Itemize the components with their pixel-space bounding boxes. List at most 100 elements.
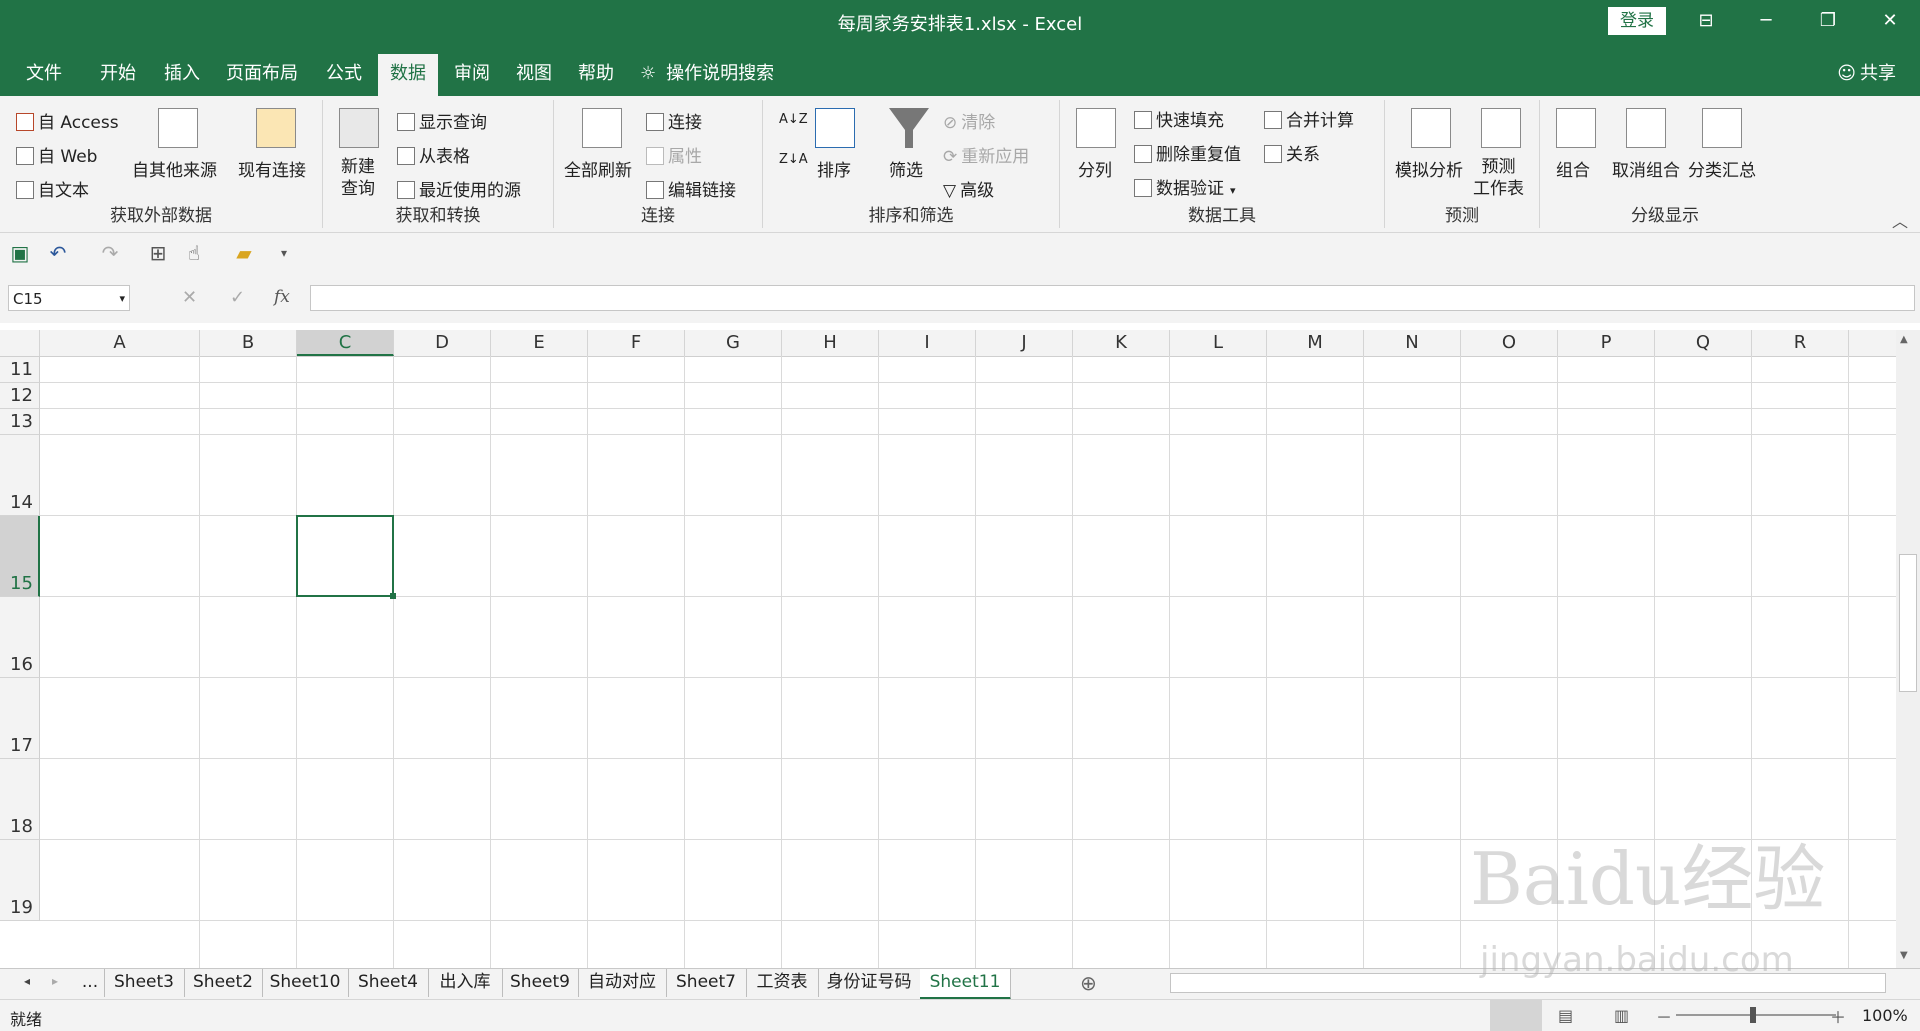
close-button[interactable]: ✕ [1860, 0, 1920, 42]
vertical-scrollbar[interactable]: ▲ ▼ [1896, 330, 1920, 968]
column-header-P[interactable]: P [1558, 330, 1655, 356]
sheet-tab[interactable]: Sheet7 [666, 969, 747, 997]
undo-icon[interactable]: ↶ [46, 241, 70, 265]
row-header-12[interactable]: 12 [0, 383, 40, 409]
column-header-I[interactable]: I [879, 330, 976, 356]
sheet-tab[interactable]: 身份证号码 [818, 969, 921, 997]
zoom-in-button[interactable]: ＋ [1830, 1004, 1846, 1028]
row-header-14[interactable]: 14 [0, 435, 40, 516]
consolidate-button[interactable]: 合并计算 [1264, 106, 1354, 131]
data-validation-button[interactable]: 数据验证 ▾ [1134, 174, 1236, 199]
from-web-button[interactable]: 自 Web [16, 142, 97, 167]
what-if-analysis-button[interactable]: 模拟分析 [1395, 156, 1463, 181]
save-icon[interactable]: ▣ [8, 241, 32, 265]
clear-button[interactable]: ⊘ 清除 [943, 108, 995, 133]
relationships-button[interactable]: 关系 [1264, 140, 1320, 165]
tab-data[interactable]: 数据 [378, 54, 438, 96]
scroll-tabs-right-icon[interactable]: ▸ [52, 974, 58, 988]
cancel-icon[interactable]: ✕ [182, 287, 197, 308]
open-folder-icon[interactable]: ▰ [232, 241, 256, 265]
tab-file[interactable]: 文件 [14, 54, 74, 96]
sort-ascending-icon[interactable]: A↓Z [779, 112, 808, 127]
page-break-icon[interactable]: ⊞ [146, 241, 170, 265]
tab-formulas[interactable]: 公式 [314, 54, 374, 96]
selected-cell[interactable] [296, 515, 394, 597]
column-header-F[interactable]: F [588, 330, 685, 356]
row-header-13[interactable]: 13 [0, 409, 40, 435]
touch-mode-icon[interactable]: ☝ [182, 241, 206, 265]
restore-button[interactable]: ❐ [1798, 0, 1858, 42]
tab-page-layout[interactable]: 页面布局 [214, 54, 310, 96]
zoom-slider[interactable] [1676, 1014, 1836, 1016]
row-header-15[interactable]: 15 [0, 516, 40, 597]
fill-handle[interactable] [390, 593, 396, 599]
tell-me-search[interactable]: ☼ 操作说明搜索 [640, 54, 774, 96]
scroll-down-icon[interactable]: ▼ [1900, 950, 1908, 961]
share-button[interactable]: ☺ 共享 [1837, 54, 1896, 96]
properties-button[interactable]: 属性 [646, 142, 702, 167]
reapply-button[interactable]: ⟳ 重新应用 [943, 142, 1029, 167]
new-query-button[interactable]: 新建 查询 [341, 156, 375, 200]
remove-duplicates-button[interactable]: 删除重复值 [1134, 140, 1241, 165]
column-header-C[interactable]: C [297, 330, 394, 356]
scrollbar-thumb[interactable] [1899, 554, 1917, 692]
show-queries-button[interactable]: 显示查询 [397, 108, 487, 133]
name-box[interactable]: C15 ▾ [8, 285, 130, 311]
tab-help[interactable]: 帮助 [566, 54, 626, 96]
column-header-E[interactable]: E [491, 330, 588, 356]
page-layout-view-icon[interactable]: ▤ [1558, 1006, 1573, 1025]
sort-descending-icon[interactable]: Z↓A [779, 152, 808, 167]
connections-button[interactable]: 连接 [646, 108, 702, 133]
column-header-J[interactable]: J [976, 330, 1073, 356]
tab-view[interactable]: 视图 [504, 54, 564, 96]
subtotal-button[interactable]: 分类汇总 [1688, 156, 1756, 181]
normal-view-icon[interactable] [1490, 1000, 1542, 1031]
column-header-H[interactable]: H [782, 330, 879, 356]
column-header-N[interactable]: N [1364, 330, 1461, 356]
tab-home[interactable]: 开始 [88, 54, 148, 96]
tab-insert[interactable]: 插入 [152, 54, 212, 96]
column-header-B[interactable]: B [200, 330, 297, 356]
column-header-M[interactable]: M [1267, 330, 1364, 356]
sheet-tab[interactable]: Sheet10 [262, 969, 349, 997]
page-break-view-icon[interactable]: ▥ [1614, 1006, 1629, 1025]
column-header-O[interactable]: O [1461, 330, 1558, 356]
column-header-R[interactable]: R [1752, 330, 1849, 356]
column-header-K[interactable]: K [1073, 330, 1170, 356]
sheet-tab[interactable]: 自动对应 [578, 969, 667, 997]
sheet-tab[interactable]: 出入库 [428, 969, 503, 997]
login-button[interactable]: 登录 [1608, 7, 1666, 35]
recent-sources-button[interactable]: 最近使用的源 [397, 176, 521, 201]
column-header-D[interactable]: D [394, 330, 491, 356]
zoom-out-button[interactable]: － [1656, 1004, 1672, 1028]
row-header-16[interactable]: 16 [0, 597, 40, 678]
sheet-tab[interactable]: Sheet2 [184, 969, 263, 997]
sheet-tab[interactable]: 工资表 [746, 969, 819, 997]
from-table-button[interactable]: 从表格 [397, 142, 470, 167]
sheet-tab[interactable]: Sheet4 [348, 969, 429, 997]
from-text-button[interactable]: 自文本 [16, 176, 89, 201]
more-sheets-button[interactable]: ... [76, 969, 105, 997]
row-header-17[interactable]: 17 [0, 678, 40, 759]
sheet-tab[interactable]: Sheet11 [920, 969, 1011, 1000]
customize-qat-icon[interactable]: ▾ [272, 241, 296, 265]
column-header-A[interactable]: A [40, 330, 200, 356]
sort-button[interactable]: 排序 [817, 156, 851, 181]
select-all-corner[interactable] [0, 330, 40, 356]
zoom-level[interactable]: 100% [1862, 1006, 1908, 1025]
minimize-button[interactable]: ─ [1736, 0, 1796, 42]
redo-icon[interactable]: ↷ [98, 241, 122, 265]
new-sheet-icon[interactable]: ⊕ [1080, 971, 1097, 995]
column-header-L[interactable]: L [1170, 330, 1267, 356]
ribbon-display-icon[interactable]: ⊟ [1676, 0, 1736, 42]
insert-function-icon[interactable]: fx [274, 287, 290, 307]
collapse-ribbon-icon[interactable]: ︿ [1892, 208, 1908, 232]
zoom-slider-thumb[interactable] [1750, 1007, 1756, 1023]
text-to-columns-button[interactable]: 分列 [1078, 156, 1112, 181]
from-other-sources-button[interactable]: 自其他来源 [132, 156, 217, 181]
column-header-Q[interactable]: Q [1655, 330, 1752, 356]
scroll-tabs-left-icon[interactable]: ◂ [24, 974, 30, 988]
edit-links-button[interactable]: 编辑链接 [646, 176, 736, 201]
row-header-11[interactable]: 11 [0, 357, 40, 383]
ungroup-button[interactable]: 取消组合 [1612, 156, 1680, 181]
